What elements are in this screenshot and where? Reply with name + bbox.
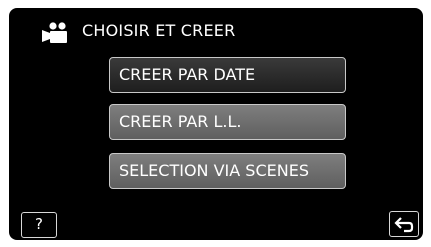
video-camera-icon (42, 22, 67, 43)
camera-menu-screen: CHOISIR ET CREER CREER PAR DATE CREER PA… (9, 8, 423, 240)
menu-header: CHOISIR ET CREER (9, 8, 423, 48)
select-via-scenes-button[interactable]: SELECTION VIA SCENES (109, 153, 346, 189)
return-arrow-icon (394, 217, 414, 233)
menu-title: CHOISIR ET CREER (82, 21, 236, 40)
create-by-date-button[interactable]: CREER PAR DATE (109, 57, 346, 93)
back-button[interactable] (389, 211, 419, 237)
create-by-ll-button[interactable]: CREER PAR L.L. (109, 104, 346, 140)
help-button[interactable]: ? (21, 212, 57, 238)
